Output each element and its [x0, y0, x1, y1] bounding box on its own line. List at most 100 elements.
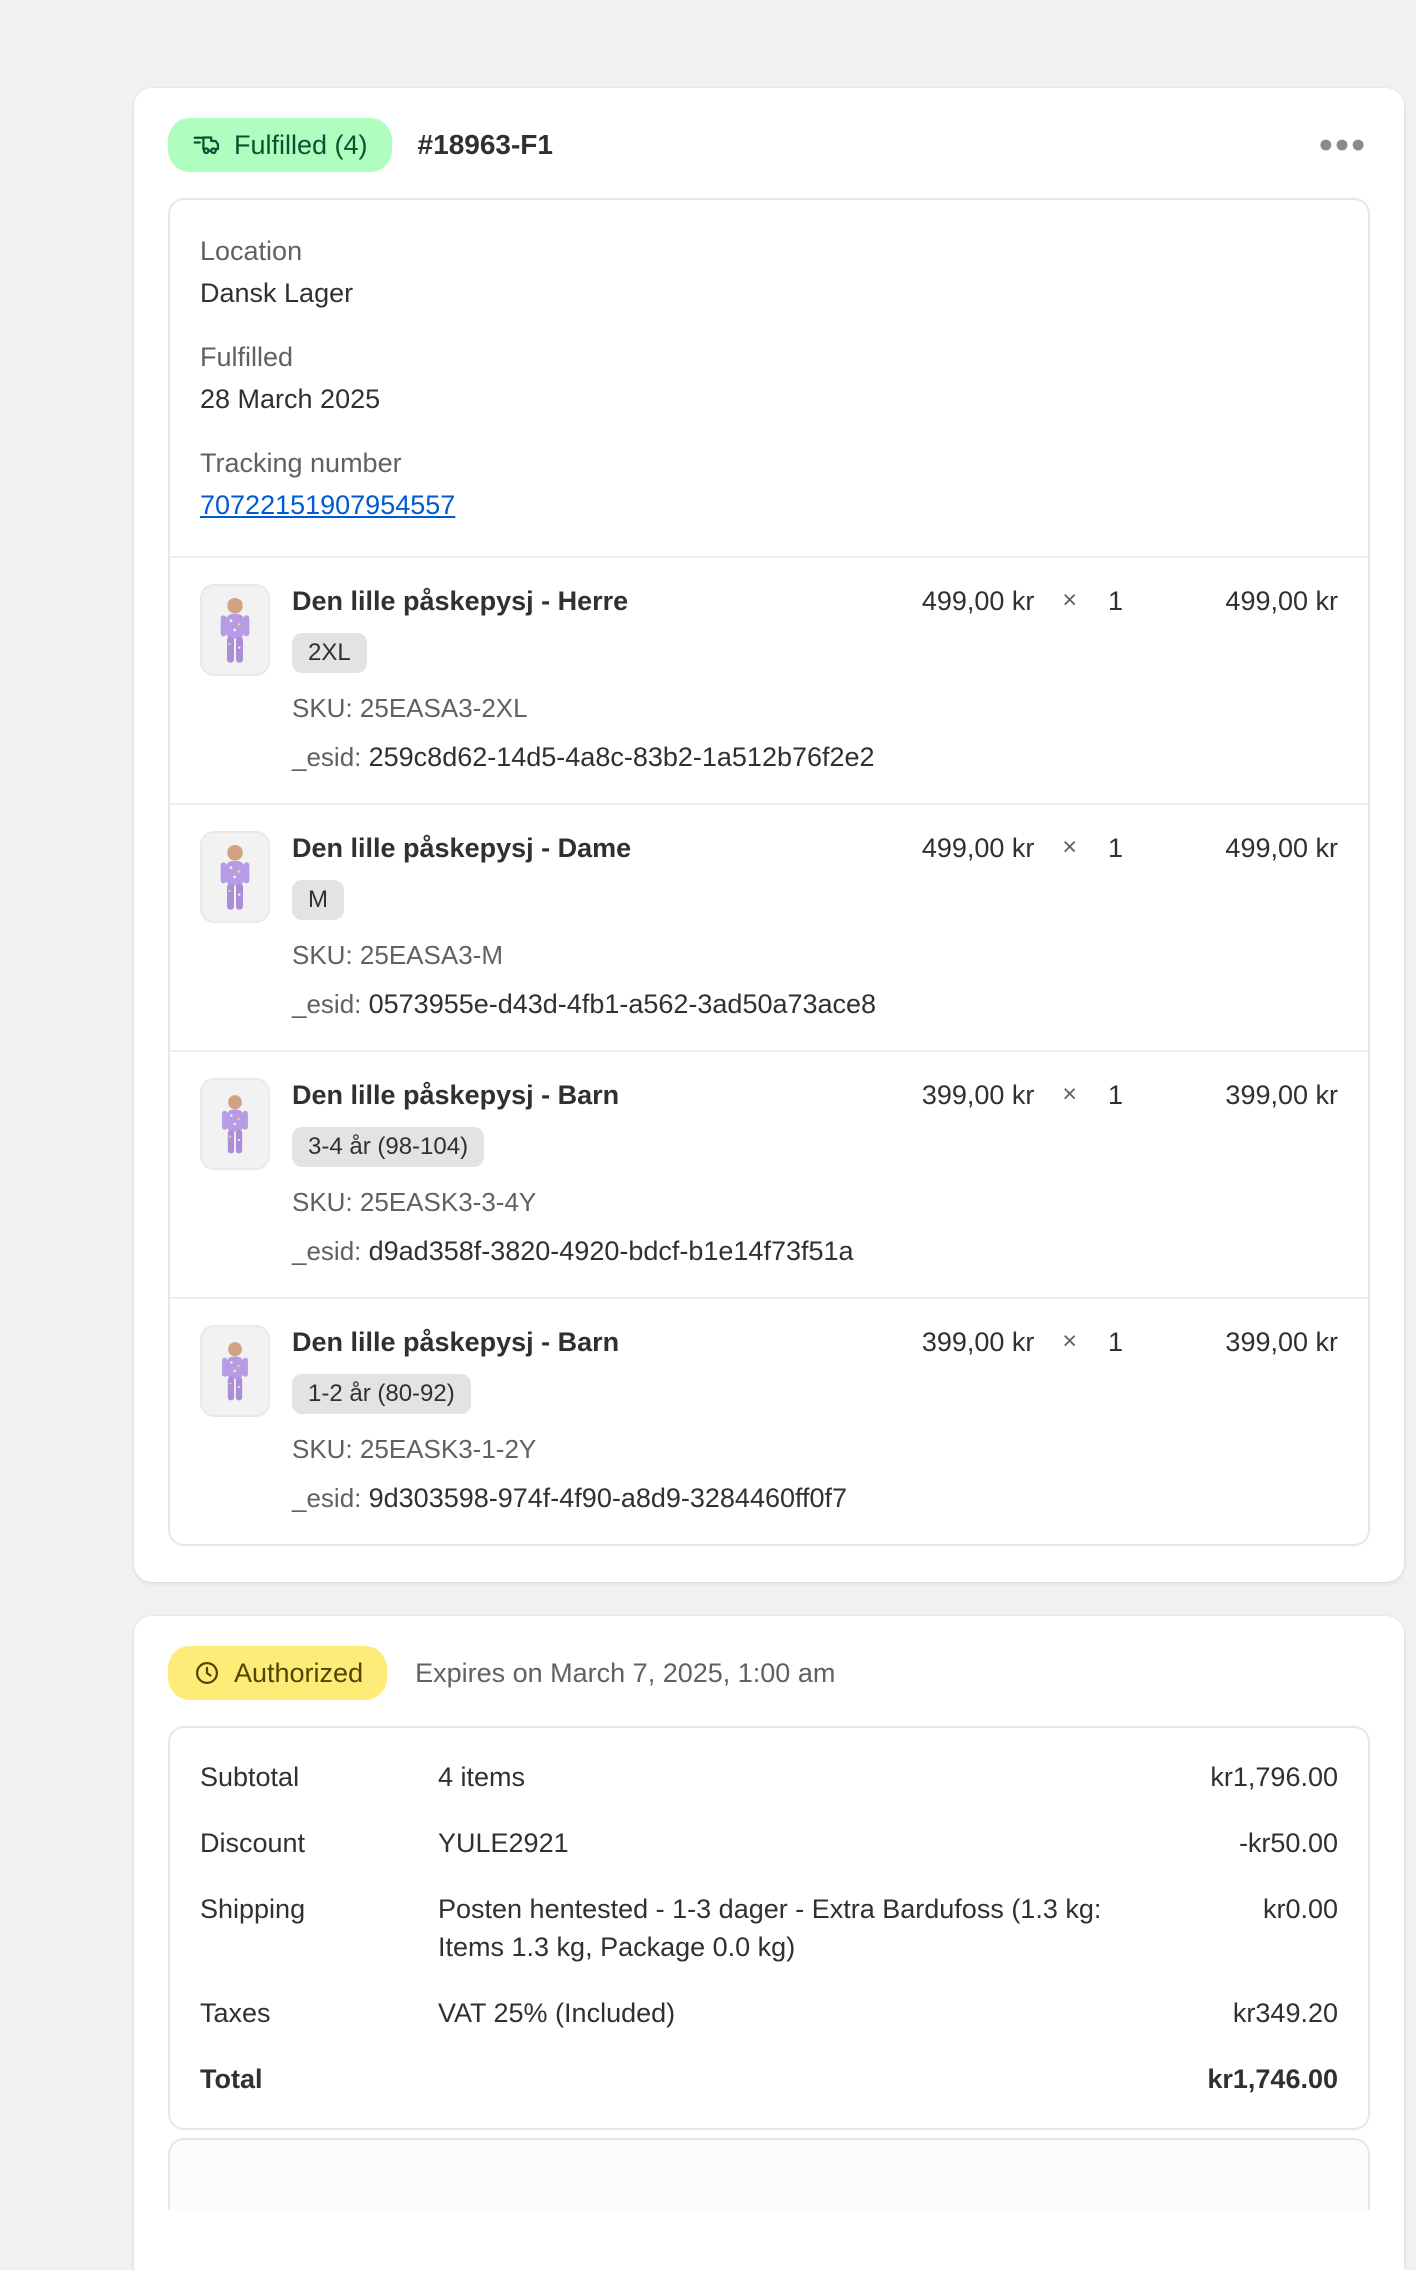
pajamas-child-model-photo-icon: [208, 1336, 262, 1406]
summary-row-detail: Posten hentested - 1-3 dager - Extra Bar…: [438, 1890, 1207, 1966]
fulfillment-card-header: Fulfilled (4) #18963-F1: [168, 118, 1370, 172]
line-item: Den lille påskepysj - Barn 1-2 år (80-92…: [170, 1297, 1368, 1544]
product-title-link[interactable]: Den lille påskepysj - Herre: [292, 586, 882, 617]
sku-label: SKU:: [292, 693, 353, 723]
horizontal-dots-icon: [1320, 139, 1364, 151]
fulfillment-details-box: Location Dansk Lager Fulfilled 28 March …: [168, 198, 1370, 1546]
summary-row-amount: -kr50.00: [1207, 1824, 1338, 1862]
summary-row-amount: kr1,796.00: [1207, 1758, 1338, 1796]
summary-row-label: Taxes: [200, 1994, 438, 2032]
sku-line: SKU: 25EASA3-2XL: [292, 693, 882, 724]
unit-price: 499,00 kr: [904, 833, 1034, 864]
line-total: 499,00 kr: [1123, 586, 1338, 617]
sku-value: 25EASA3-M: [360, 940, 503, 970]
variant-badge: 3-4 år (98-104): [292, 1127, 484, 1167]
quantity: 1: [1105, 1327, 1123, 1358]
sku-line: SKU: 25EASK3-1-2Y: [292, 1434, 882, 1465]
esid-value: d9ad358f-3820-4920-bdcf-b1e14f73f51a: [369, 1236, 854, 1266]
fulfillment-status-label: Fulfilled (4): [234, 130, 368, 160]
unit-price: 399,00 kr: [904, 1327, 1034, 1358]
product-title-link[interactable]: Den lille påskepysj - Dame: [292, 833, 882, 864]
delivery-truck-icon: [192, 130, 222, 160]
tracking-number-link[interactable]: 70722151907954557: [200, 490, 455, 520]
authorization-expiry-text: Expires on March 7, 2025, 1:00 am: [415, 1658, 835, 1689]
esid-line: _esid: 259c8d62-14d5-4a8c-83b2-1a512b76f…: [292, 742, 882, 773]
tracking-group: Tracking number 70722151907954557: [200, 446, 1338, 522]
line-item: Den lille påskepysj - Barn 3-4 år (98-10…: [170, 1050, 1368, 1297]
summary-row-amount: kr349.20: [1207, 1994, 1338, 2032]
summary-total-label: Total: [200, 2060, 438, 2098]
summary-row-label: Subtotal: [200, 1758, 438, 1796]
unit-price: 399,00 kr: [904, 1080, 1034, 1111]
fulfilled-date-value: 28 March 2025: [200, 382, 1338, 416]
summary-row-detail: YULE2921: [438, 1824, 1207, 1862]
product-title-link[interactable]: Den lille påskepysj - Barn: [292, 1080, 882, 1111]
payment-card: Authorized Expires on March 7, 2025, 1:0…: [134, 1616, 1404, 2270]
fulfillment-more-actions-button[interactable]: [1314, 129, 1370, 161]
multiply-symbol: ×: [1062, 1080, 1077, 1109]
product-title-link[interactable]: Den lille påskepysj - Barn: [292, 1327, 882, 1358]
esid-value: 0573955e-d43d-4fb1-a562-3ad50a73ace8: [369, 989, 876, 1019]
quantity: 1: [1105, 586, 1123, 617]
payment-summary-box: Subtotal 4 items kr1,796.00 Discount YUL…: [168, 1726, 1370, 2130]
quantity: 1: [1105, 833, 1123, 864]
esid-value: 259c8d62-14d5-4a8c-83b2-1a512b76f2e2: [369, 742, 875, 772]
line-item: Den lille påskepysj - Dame M SKU: 25EASA…: [170, 803, 1368, 1050]
pajamas-model-photo-icon: [205, 591, 265, 669]
variant-badge: 2XL: [292, 633, 367, 673]
quantity: 1: [1105, 1080, 1123, 1111]
fulfilled-date-group: Fulfilled 28 March 2025: [200, 340, 1338, 416]
esid-label: _esid:: [292, 1236, 361, 1266]
sku-label: SKU:: [292, 1187, 353, 1217]
esid-line: _esid: 9d303598-974f-4f90-a8d9-3284460ff…: [292, 1483, 882, 1514]
location-value: Dansk Lager: [200, 276, 1338, 310]
sku-label: SKU:: [292, 940, 353, 970]
summary-row-detail: 4 items: [438, 1758, 1207, 1796]
pajamas-child-model-photo-icon: [208, 1089, 262, 1159]
sku-line: SKU: 25EASK3-3-4Y: [292, 1187, 882, 1218]
multiply-symbol: ×: [1062, 586, 1077, 615]
fulfillment-order-number: #18963-F1: [418, 129, 553, 161]
fulfilled-date-label: Fulfilled: [200, 340, 1338, 374]
product-thumbnail[interactable]: [200, 1078, 270, 1170]
summary-row-label: Shipping: [200, 1890, 438, 1966]
esid-line: _esid: 0573955e-d43d-4fb1-a562-3ad50a73a…: [292, 989, 882, 1020]
product-thumbnail[interactable]: [200, 1325, 270, 1417]
esid-label: _esid:: [292, 742, 361, 772]
location-label: Location: [200, 234, 1338, 268]
summary-total-detail: [438, 2060, 1207, 2098]
sku-label: SKU:: [292, 1434, 353, 1464]
esid-label: _esid:: [292, 1483, 361, 1513]
product-thumbnail[interactable]: [200, 584, 270, 676]
payment-status-badge: Authorized: [168, 1646, 387, 1700]
summary-row-detail: VAT 25% (Included): [438, 1994, 1207, 2032]
tracking-label: Tracking number: [200, 446, 1338, 480]
summary-total-amount: kr1,746.00: [1207, 2060, 1338, 2098]
line-item: Den lille påskepysj - Herre 2XL SKU: 25E…: [170, 556, 1368, 803]
line-total: 399,00 kr: [1123, 1080, 1338, 1111]
payment-status-label: Authorized: [234, 1658, 363, 1688]
sku-line: SKU: 25EASA3-M: [292, 940, 882, 971]
payment-summary-table: Subtotal 4 items kr1,796.00 Discount YUL…: [170, 1728, 1368, 2128]
fulfillment-meta: Location Dansk Lager Fulfilled 28 March …: [170, 200, 1368, 556]
fulfillment-status-badge: Fulfilled (4): [168, 118, 392, 172]
fulfillment-card: Fulfilled (4) #18963-F1 Location Dansk L…: [134, 88, 1404, 1582]
line-total: 499,00 kr: [1123, 833, 1338, 864]
summary-row-label: Discount: [200, 1824, 438, 1862]
product-thumbnail[interactable]: [200, 831, 270, 923]
esid-label: _esid:: [292, 989, 361, 1019]
payment-next-section-stub: [168, 2138, 1370, 2210]
payment-card-header: Authorized Expires on March 7, 2025, 1:0…: [168, 1646, 1370, 1700]
order-page: Fulfilled (4) #18963-F1 Location Dansk L…: [0, 0, 1416, 2270]
sku-value: 25EASK3-1-2Y: [360, 1434, 536, 1464]
variant-badge: M: [292, 880, 344, 920]
sku-value: 25EASA3-2XL: [360, 693, 528, 723]
pajamas-model-photo-icon: [205, 838, 265, 916]
sku-value: 25EASK3-3-4Y: [360, 1187, 536, 1217]
unit-price: 499,00 kr: [904, 586, 1034, 617]
variant-badge: 1-2 år (80-92): [292, 1374, 471, 1414]
esid-line: _esid: d9ad358f-3820-4920-bdcf-b1e14f73f…: [292, 1236, 882, 1267]
multiply-symbol: ×: [1062, 1327, 1077, 1356]
summary-row-amount: kr0.00: [1207, 1890, 1338, 1966]
multiply-symbol: ×: [1062, 833, 1077, 862]
